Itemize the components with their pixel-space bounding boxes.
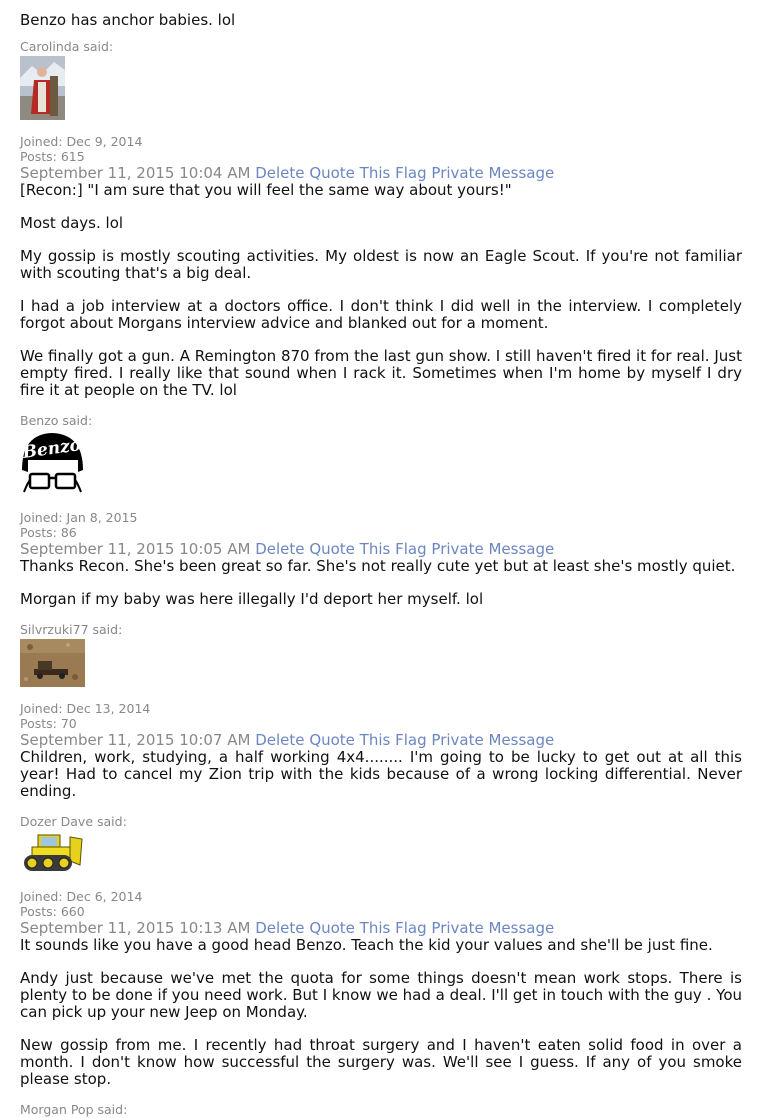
post-paragraph: [Recon:] "I am sure that you will feel t…	[20, 181, 512, 199]
post-meta-bar: September 11, 2015 10:04 AM Delete Quote…	[20, 164, 742, 182]
member-joined-date: Joined: Jan 8, 2015	[20, 510, 138, 525]
yellow-tractor-avatar[interactable]	[20, 831, 84, 875]
post-author[interactable]: Dozer Dave said:	[20, 814, 742, 830]
post-body: Children, work, studying, a half working…	[20, 749, 742, 800]
private-message-link[interactable]: Private Message	[431, 731, 554, 749]
flag-link[interactable]: Flag	[395, 919, 427, 937]
member-joined-date: Joined: Dec 6, 2014	[20, 889, 143, 904]
forum-post: Carolinda said: Joined: Dec 9, 2014 Post…	[20, 39, 742, 399]
flag-link[interactable]: Flag	[395, 731, 427, 749]
private-message-link[interactable]: Private Message	[431, 540, 554, 558]
post-timestamp: September 11, 2015 10:04 AM	[20, 164, 251, 182]
forum-thread: Benzo has anchor babies. lol Carolinda s…	[20, 10, 742, 1118]
post-author[interactable]: Benzo said:	[20, 413, 742, 429]
delete-link[interactable]: Delete	[255, 164, 304, 182]
post-author[interactable]: Silvrzuki77 said:	[20, 622, 742, 638]
delete-link[interactable]: Delete	[255, 540, 304, 558]
post-body: It sounds like you have a good head Benz…	[20, 937, 742, 1088]
delete-link[interactable]: Delete	[255, 919, 304, 937]
post-author[interactable]: Carolinda said:	[20, 39, 742, 55]
post-author[interactable]: Morgan Pop said:	[20, 1102, 742, 1118]
private-message-link[interactable]: Private Message	[431, 919, 554, 937]
forum-post: Benzo said: Benzo Joined: Jan 8, 2015 Po…	[20, 413, 742, 608]
post-paragraph: I had a job interview at a doctors offic…	[20, 297, 742, 332]
benzo-logo-avatar[interactable]: Benzo	[20, 430, 85, 496]
member-joined-date: Joined: Dec 9, 2014	[20, 134, 143, 149]
quote-this-link[interactable]: Quote This	[309, 540, 390, 558]
post-meta-bar: September 11, 2015 10:13 AM Delete Quote…	[20, 919, 742, 937]
post-paragraph: Thanks Recon. She's been great so far. S…	[20, 557, 736, 575]
flag-link[interactable]: Flag	[395, 164, 427, 182]
post-paragraph: Morgan if my baby was here illegally I'd…	[20, 590, 484, 608]
quote-this-link[interactable]: Quote This	[309, 164, 390, 182]
member-post-count: Posts: 86	[20, 525, 77, 540]
forum-post: Silvrzuki77 said: Joined: Dec 13, 2014 P…	[20, 622, 742, 800]
forum-post: Dozer Dave said: Joined: Dec 6, 2014 Pos…	[20, 814, 742, 1088]
delete-link[interactable]: Delete	[255, 731, 304, 749]
member-post-count: Posts: 660	[20, 904, 85, 919]
post-meta-bar: September 11, 2015 10:05 AM Delete Quote…	[20, 540, 742, 558]
post-body: [Recon:] "I am sure that you will feel t…	[20, 182, 742, 399]
dirt-terrain-photo-avatar[interactable]	[20, 639, 85, 687]
post-paragraph: It sounds like you have a good head Benz…	[20, 936, 713, 954]
post-meta-bar: September 11, 2015 10:07 AM Delete Quote…	[20, 731, 742, 749]
post-paragraph: My gossip is mostly scouting activities.…	[20, 247, 742, 282]
private-message-link[interactable]: Private Message	[431, 164, 554, 182]
post-paragraph: Andy just because we've met the quota fo…	[20, 969, 742, 1021]
member-joined-date: Joined: Dec 13, 2014	[20, 701, 151, 716]
previous-post-text: Benzo has anchor babies. lol	[20, 11, 236, 29]
post-body: Thanks Recon. She's been great so far. S…	[20, 558, 742, 608]
post-paragraph: We finally got a gun. A Remington 870 fr…	[20, 347, 742, 399]
post-paragraph: Most days. lol	[20, 214, 124, 232]
quote-this-link[interactable]: Quote This	[309, 919, 390, 937]
member-post-count: Posts: 70	[20, 716, 77, 731]
member-post-count: Posts: 615	[20, 149, 85, 164]
flag-link[interactable]: Flag	[395, 540, 427, 558]
quote-this-link[interactable]: Quote This	[309, 731, 390, 749]
post-paragraph: Children, work, studying, a half working…	[20, 748, 742, 800]
post-paragraph: New gossip from me. I recently had throa…	[20, 1036, 742, 1088]
post-timestamp: September 11, 2015 10:05 AM	[20, 540, 251, 558]
person-in-red-photo-avatar[interactable]	[20, 56, 65, 120]
post-timestamp: September 11, 2015 10:13 AM	[20, 919, 251, 937]
post-timestamp: September 11, 2015 10:07 AM	[20, 731, 251, 749]
